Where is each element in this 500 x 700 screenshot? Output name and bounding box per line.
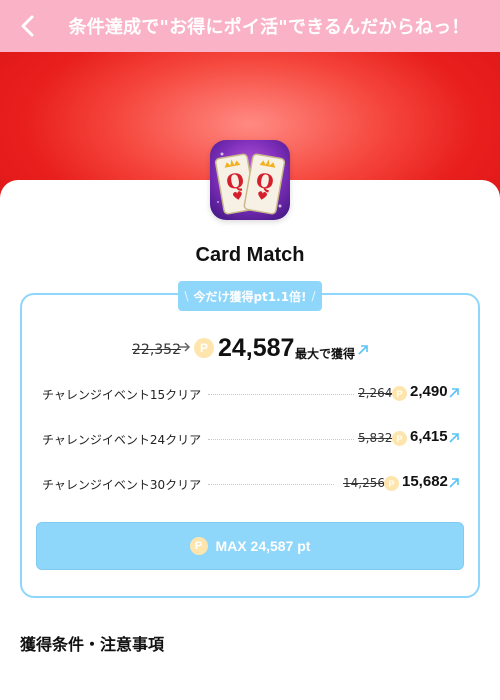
reward-label: チャレンジイベント15クリア xyxy=(42,388,202,402)
reward-old-points: 14,256 xyxy=(343,476,385,490)
conditions-title: 獲得条件・注意事項 xyxy=(20,635,165,654)
reward-row[interactable]: チャレンジイベント15クリア 2,264 P 2,490 xyxy=(42,383,460,405)
reward-row[interactable]: チャレンジイベント30クリア 14,256 P 15,682 xyxy=(42,473,460,495)
header-bar: 条件達成で"お得にポイ活"できるんだからねっ！ xyxy=(0,0,500,52)
max-points-button[interactable]: P MAX 24,587 pt xyxy=(36,522,464,570)
reward-label: チャレンジイベント30クリア xyxy=(42,478,202,492)
app-name: Card Match xyxy=(195,244,305,266)
external-link-icon[interactable] xyxy=(448,387,460,399)
chevron-left-icon xyxy=(21,15,34,37)
max-earn-label: 最大で獲得 xyxy=(295,347,356,361)
reward-new-points: 2,490 xyxy=(410,383,448,400)
back-button[interactable] xyxy=(14,12,42,40)
reward-label: チャレンジイベント24クリア xyxy=(42,433,202,447)
point-coin-icon: P xyxy=(384,476,399,491)
arrow-right-icon xyxy=(178,342,191,352)
point-coin-icon: P xyxy=(189,537,208,555)
reward-old-points: 5,832 xyxy=(358,431,393,445)
header-title: 条件達成で"お得にポイ活"できるんだからねっ！ xyxy=(68,17,470,38)
promo-slash-right: / xyxy=(311,289,316,303)
reward-old-points: 2,264 xyxy=(358,386,393,400)
external-link-icon[interactable] xyxy=(448,477,460,489)
reward-new-points: 6,415 xyxy=(410,428,448,445)
point-coin-icon: P xyxy=(194,338,214,358)
point-coin-icon: P xyxy=(392,431,407,446)
promo-badge: \ 今だけ獲得pt1.1倍! / xyxy=(178,281,322,311)
external-link-icon[interactable] xyxy=(357,344,369,356)
promo-slash-left: \ xyxy=(184,289,189,303)
promo-label: 今だけ獲得pt1.1倍! xyxy=(193,289,307,304)
dotted-divider xyxy=(208,439,354,440)
app-icon: Q Q xyxy=(210,140,290,220)
reward-row[interactable]: チャレンジイベント24クリア 5,832 P 6,415 xyxy=(42,428,460,450)
max-button-label: MAX 24,587 pt xyxy=(215,538,311,554)
dotted-divider xyxy=(208,394,354,395)
reward-new-points: 15,682 xyxy=(402,473,448,490)
point-coin-icon: P xyxy=(392,386,407,401)
old-total-points: 22,352 xyxy=(132,342,181,358)
external-link-icon[interactable] xyxy=(448,432,460,444)
dotted-divider xyxy=(208,484,334,485)
total-points-row: 22,352 P 24,587 最大で獲得 xyxy=(0,334,500,364)
new-total-points: 24,587 xyxy=(218,334,295,362)
